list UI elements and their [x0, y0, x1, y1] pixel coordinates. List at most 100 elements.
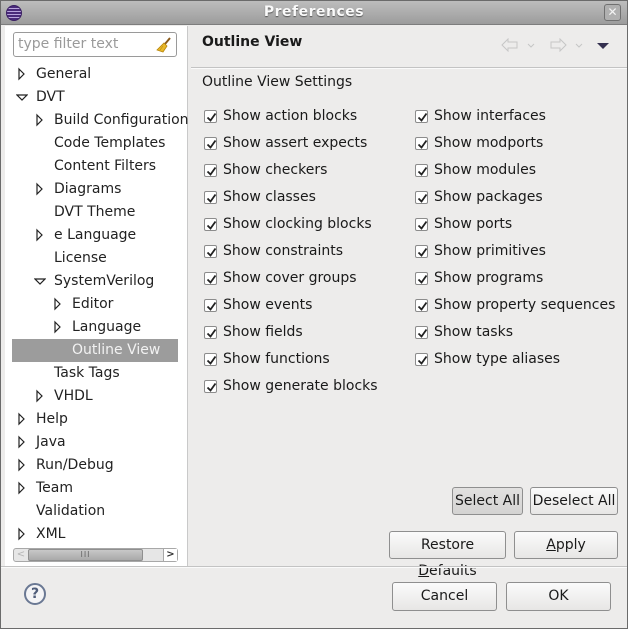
checkbox-label: Show action blocks — [223, 108, 358, 124]
tree-item[interactable]: Run/Debug — [5, 454, 188, 477]
tree-item[interactable]: Content Filters — [5, 155, 188, 178]
checkmark-icon — [417, 301, 428, 311]
collapsed-arrow-icon[interactable] — [34, 178, 46, 201]
checkbox[interactable] — [415, 245, 428, 258]
scroll-left-button[interactable]: < — [14, 549, 28, 561]
tree-horizontal-scrollbar[interactable]: < III > — [13, 548, 178, 562]
tree-item[interactable]: e Language — [5, 224, 188, 247]
checkbox-label: Show modports — [434, 135, 544, 151]
checkbox[interactable] — [415, 110, 428, 123]
tree-item[interactable]: Help — [5, 408, 188, 431]
checkbox[interactable] — [204, 218, 217, 231]
expanded-arrow-icon[interactable] — [16, 86, 28, 109]
checkbox[interactable] — [204, 272, 217, 285]
select-all-button[interactable]: Select All — [452, 487, 523, 515]
back-arrow-icon[interactable] — [501, 38, 519, 52]
close-button[interactable]: ✕ — [604, 4, 621, 21]
checkmark-icon — [206, 382, 217, 392]
deselect-all-button[interactable]: Deselect All — [530, 487, 618, 515]
tree-item[interactable]: General — [5, 63, 188, 86]
checkmark-icon — [417, 274, 428, 284]
tree-item-label: Run/Debug — [36, 457, 114, 473]
checkbox[interactable] — [204, 191, 217, 204]
forward-arrow-icon[interactable] — [549, 38, 567, 52]
apply-button[interactable]: Apply — [514, 531, 618, 559]
checkbox[interactable] — [415, 191, 428, 204]
view-menu-icon[interactable] — [597, 38, 609, 52]
tree-item[interactable]: Code Templates — [5, 132, 188, 155]
tree-item-label: XML — [36, 526, 66, 542]
tree-item[interactable]: Build Configuration — [5, 109, 189, 132]
restore-defaults-button[interactable]: Restore Defaults — [389, 531, 506, 579]
collapsed-arrow-icon[interactable] — [16, 63, 28, 86]
tree-item-label: Diagrams — [54, 181, 122, 197]
checkbox[interactable] — [415, 218, 428, 231]
tree-item[interactable]: Language — [5, 316, 188, 339]
tree-item[interactable]: DVT — [5, 86, 188, 109]
help-button[interactable]: ? — [24, 583, 46, 605]
collapsed-arrow-icon[interactable] — [52, 316, 64, 339]
checkbox[interactable] — [204, 380, 217, 393]
tree-item[interactable]: Java — [5, 431, 188, 454]
tree-item-label: Java — [36, 434, 66, 450]
checkbox-label: Show type aliases — [434, 351, 561, 367]
tree-item[interactable]: Validation — [5, 500, 188, 523]
checkbox[interactable] — [415, 353, 428, 366]
checkbox[interactable] — [204, 326, 217, 339]
tree-item-label: DVT — [36, 89, 65, 105]
tree-item[interactable]: License — [5, 247, 188, 270]
checkbox-label: Show events — [223, 297, 313, 313]
checkmark-icon — [206, 112, 217, 122]
checkbox[interactable] — [204, 245, 217, 258]
filter-input[interactable] — [18, 33, 156, 55]
title-bar[interactable]: Preferences ✕ — [1, 1, 627, 25]
preference-tree: General DVT Build Configuration Code Templa… — [5, 63, 189, 546]
tree-item[interactable]: XML — [5, 523, 188, 546]
tree-item[interactable]: SystemVerilog — [5, 270, 188, 293]
checkbox[interactable] — [204, 299, 217, 312]
checkmark-icon — [417, 355, 428, 365]
collapsed-arrow-icon[interactable] — [34, 385, 46, 408]
cancel-button[interactable]: Cancel — [392, 582, 497, 611]
collapsed-arrow-icon[interactable] — [34, 224, 46, 247]
ok-button[interactable]: OK — [506, 582, 611, 611]
collapsed-arrow-icon[interactable] — [16, 454, 28, 477]
checkbox[interactable] — [415, 137, 428, 150]
checkbox[interactable] — [415, 299, 428, 312]
checkbox[interactable] — [415, 164, 428, 177]
checkbox-label: Show classes — [223, 189, 316, 205]
filter-field[interactable] — [13, 32, 177, 57]
expanded-arrow-icon[interactable] — [34, 270, 46, 293]
checkbox[interactable] — [415, 326, 428, 339]
collapsed-arrow-icon[interactable] — [52, 293, 64, 316]
checkmark-icon — [206, 220, 217, 230]
collapsed-arrow-icon[interactable] — [16, 408, 28, 431]
checkmark-icon — [417, 328, 428, 338]
checkbox[interactable] — [204, 353, 217, 366]
tree-item[interactable]: Diagrams — [5, 178, 188, 201]
checkmark-icon — [206, 301, 217, 311]
tree-item[interactable]: DVT Theme — [5, 201, 188, 224]
collapsed-arrow-icon[interactable] — [16, 523, 28, 546]
collapsed-arrow-icon[interactable] — [16, 431, 28, 454]
broom-icon[interactable] — [155, 36, 173, 54]
page-title: Outline View — [202, 34, 303, 50]
checkmark-icon — [206, 355, 217, 365]
collapsed-arrow-icon[interactable] — [34, 109, 46, 132]
checkbox[interactable] — [204, 110, 217, 123]
tree-item[interactable]: Editor — [5, 293, 188, 316]
scroll-thumb[interactable]: III — [28, 549, 143, 561]
checkbox[interactable] — [204, 137, 217, 150]
tree-item[interactable]: Team — [5, 477, 188, 500]
back-history-dropdown-icon[interactable] — [527, 38, 535, 52]
tree-item[interactable]: Task Tags — [5, 362, 188, 385]
tree-item[interactable]: Outline View — [12, 339, 178, 362]
collapsed-arrow-icon[interactable] — [16, 477, 28, 500]
tree-item[interactable]: VHDL — [5, 385, 188, 408]
scroll-right-button[interactable]: > — [163, 549, 177, 561]
tree-item-label: Editor — [72, 296, 114, 312]
checkbox[interactable] — [415, 272, 428, 285]
tree-item-label: Task Tags — [54, 365, 120, 381]
forward-history-dropdown-icon[interactable] — [575, 38, 583, 52]
checkbox[interactable] — [204, 164, 217, 177]
